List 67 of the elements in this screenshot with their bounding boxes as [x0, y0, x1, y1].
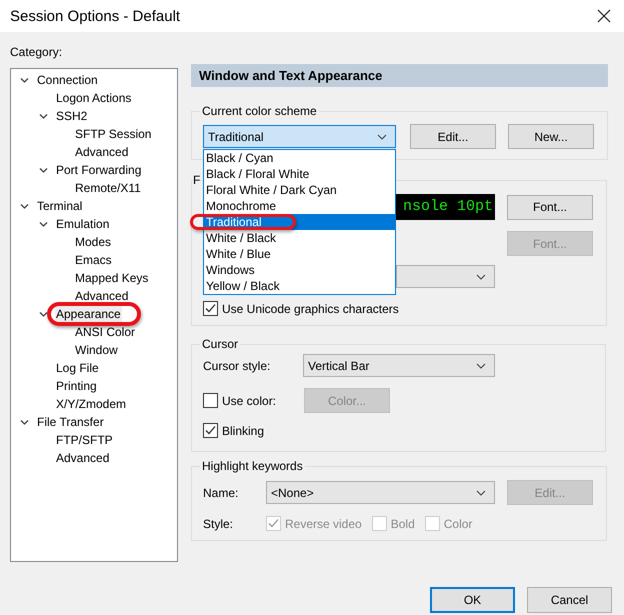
- tree-item[interactable]: SSH2: [55, 108, 88, 124]
- tree-item[interactable]: SFTP Session: [74, 126, 152, 142]
- dialog-button[interactable]: New...: [508, 124, 594, 149]
- checkbox[interactable]: [203, 423, 218, 438]
- caret-icon[interactable]: [476, 274, 486, 280]
- tree-item[interactable]: Terminal: [36, 198, 84, 214]
- tree-item[interactable]: Emacs: [74, 252, 113, 268]
- tree-item[interactable]: Window: [74, 342, 119, 358]
- dialog-button[interactable]: Font...: [507, 194, 593, 220]
- dropdown-option[interactable]: Black / Floral White: [204, 166, 395, 182]
- field-label: Name:: [203, 486, 240, 500]
- checkbox[interactable]: [203, 393, 218, 408]
- tree-item[interactable]: Advanced: [55, 450, 110, 466]
- chevron-icon[interactable]: [20, 76, 29, 84]
- chevron-icon[interactable]: [20, 418, 29, 426]
- dropdown-option[interactable]: White / Black: [204, 230, 395, 246]
- tree-item[interactable]: Appearance: [55, 306, 122, 322]
- caret-icon[interactable]: [476, 490, 486, 496]
- window-title: Session Options - Default: [10, 8, 180, 24]
- tree-item[interactable]: Remote/X11: [74, 180, 142, 196]
- dropdown-option[interactable]: Floral White / Dark Cyan: [204, 182, 395, 198]
- tree-item[interactable]: Emulation: [55, 216, 110, 232]
- tree-item[interactable]: ANSI Color: [74, 324, 136, 340]
- group-title: Highlight keywords: [201, 459, 304, 473]
- dialog-button[interactable]: OK: [430, 587, 515, 613]
- tree-item[interactable]: Connection: [36, 72, 99, 88]
- dropdown-option[interactable]: Black / Cyan: [204, 150, 395, 166]
- group-title: F: [193, 173, 200, 188]
- group-title: Current color scheme: [201, 104, 318, 118]
- dialog-button[interactable]: Cancel: [527, 587, 612, 613]
- dropdown-option[interactable]: White / Blue: [204, 246, 395, 262]
- caret-icon[interactable]: [476, 362, 486, 368]
- checkbox-label[interactable]: Use Unicode graphics characters: [222, 302, 399, 316]
- tree-item[interactable]: Log File: [55, 360, 100, 376]
- section-header: Window and Text Appearance: [191, 64, 608, 87]
- category-label: Category:: [10, 44, 64, 61]
- dropdown[interactable]: Vertical Bar: [303, 354, 495, 377]
- tree-item[interactable]: File Transfer: [36, 414, 105, 430]
- chevron-icon[interactable]: [39, 220, 48, 228]
- dropdown[interactable]: <None>: [266, 481, 495, 504]
- tree-item[interactable]: FTP/SFTP: [55, 432, 114, 448]
- chevron-icon[interactable]: [39, 310, 48, 318]
- dialog-button[interactable]: Edit...: [410, 124, 496, 149]
- dropdown-option[interactable]: Monochrome: [204, 198, 395, 214]
- chevron-icon[interactable]: [39, 166, 48, 174]
- field-label: Cursor style:: [203, 358, 272, 372]
- tree-item[interactable]: Printing: [55, 378, 98, 394]
- checkbox[interactable]: [203, 301, 218, 316]
- tree-item[interactable]: Advanced: [74, 288, 130, 304]
- tree-item[interactable]: Modes: [74, 234, 112, 250]
- dropdown-option[interactable]: Yellow / Black: [204, 278, 395, 294]
- console-preview: nsole 10pt: [396, 194, 495, 220]
- tree-item[interactable]: X/Y/Zmodem: [55, 396, 128, 412]
- dropdown-option[interactable]: Windows: [204, 262, 395, 278]
- checkbox-label[interactable]: Blinking: [222, 424, 264, 438]
- tree-item[interactable]: Mapped Keys: [74, 270, 150, 286]
- tree-item[interactable]: Port Forwarding: [55, 162, 142, 178]
- tree-item[interactable]: Logon Actions: [55, 90, 132, 106]
- tree-item[interactable]: Advanced: [74, 144, 130, 160]
- chevron-icon[interactable]: [39, 112, 48, 120]
- caret-icon[interactable]: [377, 134, 387, 140]
- group-title: Cursor: [201, 337, 240, 351]
- close-icon[interactable]: [597, 9, 611, 23]
- dropdown[interactable]: Traditional: [203, 125, 396, 148]
- field-label: Style:: [203, 516, 234, 530]
- chevron-icon[interactable]: [20, 202, 29, 210]
- checkbox-label[interactable]: Use color:: [222, 394, 276, 408]
